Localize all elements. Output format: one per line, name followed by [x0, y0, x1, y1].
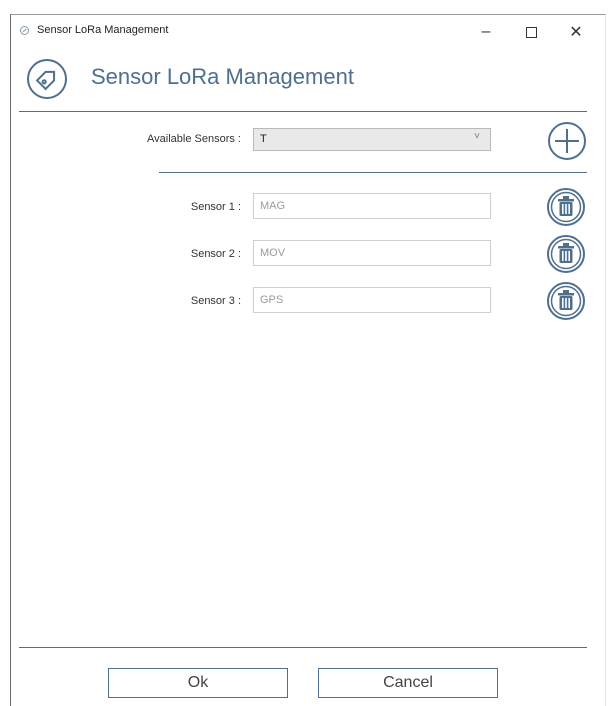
close-button[interactable]: ✕: [556, 19, 596, 45]
ok-button[interactable]: Ok: [108, 668, 288, 698]
maximize-icon: [525, 26, 537, 38]
sensor-lora-window: Sensor LoRa Management – ✕ Sensor LoRa M…: [10, 14, 606, 706]
plus-circle-icon: [548, 122, 586, 160]
page-title: Sensor LoRa Management: [91, 64, 354, 89]
maximize-button[interactable]: [511, 19, 551, 45]
header-divider: [19, 111, 587, 112]
delete-sensor-2-button[interactable]: [546, 234, 586, 274]
delete-sensor-3-button[interactable]: [546, 281, 586, 321]
sensor-1-field[interactable]: MAG: [253, 193, 491, 219]
footer-divider: [19, 647, 587, 648]
available-sensors-value: T: [260, 133, 267, 145]
available-sensors-select[interactable]: T ˅: [253, 128, 491, 151]
available-sensors-label: Available Sensors :: [147, 133, 241, 145]
sensor-2-label: Sensor 2 :: [190, 248, 241, 260]
trash-icon: [547, 235, 585, 273]
delete-sensor-1-button[interactable]: [546, 187, 586, 227]
sensor-3-label: Sensor 3 :: [190, 295, 241, 307]
chevron-down-icon: ˅: [474, 131, 480, 142]
trash-icon: [547, 188, 585, 226]
add-sensor-button[interactable]: [547, 121, 587, 161]
cancel-button[interactable]: Cancel: [318, 668, 498, 698]
trash-icon: [547, 282, 585, 320]
sensor-2-field[interactable]: MOV: [253, 240, 491, 266]
window-title: Sensor LoRa Management: [37, 24, 169, 36]
minimize-button[interactable]: –: [466, 19, 506, 45]
title-bar: Sensor LoRa Management – ✕: [11, 15, 605, 49]
tag-circle-icon: [27, 59, 67, 99]
sensor-1-label: Sensor 1 :: [190, 201, 241, 213]
app-icon: [20, 26, 29, 35]
sensors-divider: [159, 172, 587, 173]
sensor-3-field[interactable]: GPS: [253, 287, 491, 313]
